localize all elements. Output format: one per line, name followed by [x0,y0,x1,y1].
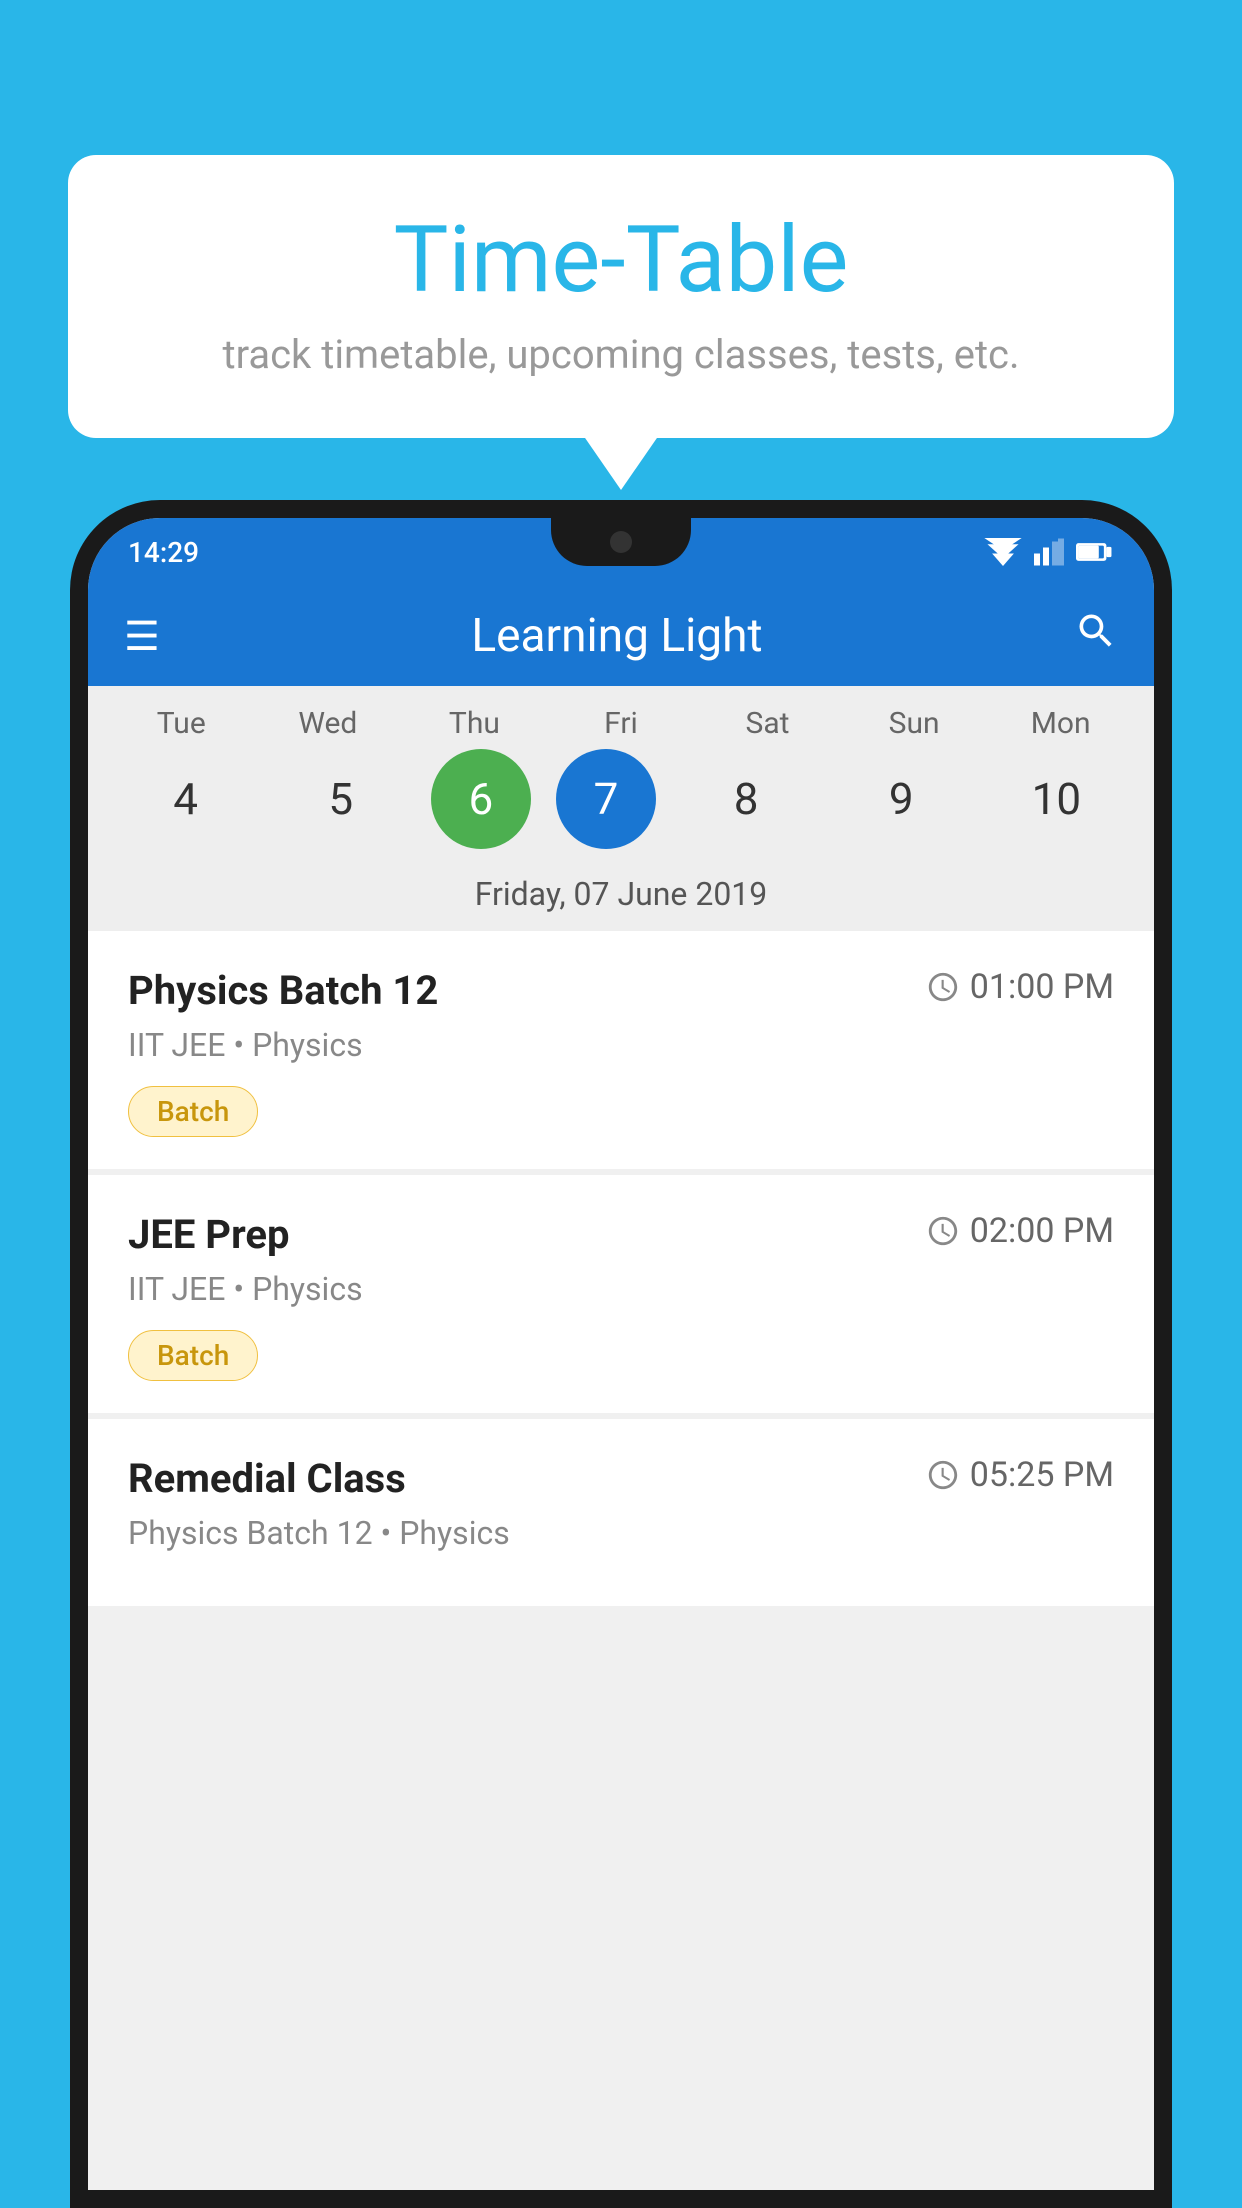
phone-frame: 14:29 [70,500,1172,2208]
battery-icon [1076,538,1114,566]
notch [551,518,691,566]
day-5[interactable]: 5 [276,749,406,849]
clock-icon-3 [926,1458,960,1492]
class-subject-2: IIT JEE • Physics [128,1270,1114,1308]
class-card-header-3: Remedial Class 05:25 PM [128,1455,1114,1502]
class-time-2: 02:00 PM [926,1211,1114,1251]
class-card-3[interactable]: Remedial Class 05:25 PM Physics Batch 12… [88,1419,1154,1606]
menu-icon[interactable]: ☰ [124,613,160,660]
day-4[interactable]: 4 [121,749,251,849]
app-bar: ☰ Learning Light [88,586,1154,686]
class-card-1[interactable]: Physics Batch 12 01:00 PM IIT JEE • Phys… [88,931,1154,1169]
search-icon[interactable] [1074,609,1118,663]
speech-bubble-container: Time-Table track timetable, upcoming cla… [68,155,1174,438]
app-title: Learning Light [160,609,1074,663]
calendar-strip: Tue Wed Thu Fri Sat Sun Mon 4 5 6 7 8 9 … [88,686,1154,931]
class-name-1: Physics Batch 12 [128,967,438,1014]
day-header-thu: Thu [409,706,539,741]
day-9[interactable]: 9 [836,749,966,849]
day-header-sun: Sun [849,706,979,741]
speech-bubble: Time-Table track timetable, upcoming cla… [68,155,1174,438]
wifi-icon [984,538,1022,566]
class-time-3: 05:25 PM [926,1455,1114,1495]
day-headers: Tue Wed Thu Fri Sat Sun Mon [88,706,1154,741]
class-time-1: 01:00 PM [926,967,1114,1007]
day-6-today[interactable]: 6 [431,749,531,849]
day-8[interactable]: 8 [681,749,811,849]
class-subject-1: IIT JEE • Physics [128,1026,1114,1064]
day-header-fri: Fri [556,706,686,741]
batch-badge-2: Batch [128,1330,258,1381]
status-time: 14:29 [128,536,199,569]
status-bar: 14:29 [88,518,1154,586]
status-icons [984,538,1114,566]
day-header-sat: Sat [703,706,833,741]
day-numbers: 4 5 6 7 8 9 10 [88,749,1154,849]
camera-dot [610,531,632,553]
day-header-mon: Mon [996,706,1126,741]
day-10[interactable]: 10 [991,749,1121,849]
class-subject-3: Physics Batch 12 • Physics [128,1514,1114,1552]
phone-inner: 14:29 [88,518,1154,2190]
selected-date-label: Friday, 07 June 2019 [88,863,1154,931]
signal-icon [1034,538,1064,566]
bubble-subtitle: track timetable, upcoming classes, tests… [128,331,1114,378]
day-7-selected[interactable]: 7 [556,749,656,849]
clock-icon-1 [926,970,960,1004]
day-header-wed: Wed [263,706,393,741]
class-name-2: JEE Prep [128,1211,289,1258]
class-card-header-2: JEE Prep 02:00 PM [128,1211,1114,1258]
batch-badge-1: Batch [128,1086,258,1137]
class-card-2[interactable]: JEE Prep 02:00 PM IIT JEE • Physics Batc… [88,1175,1154,1413]
classes-list: Physics Batch 12 01:00 PM IIT JEE • Phys… [88,931,1154,2190]
bubble-title: Time-Table [128,210,1114,311]
class-name-3: Remedial Class [128,1455,406,1502]
day-header-tue: Tue [116,706,246,741]
clock-icon-2 [926,1214,960,1248]
class-card-header-1: Physics Batch 12 01:00 PM [128,967,1114,1014]
